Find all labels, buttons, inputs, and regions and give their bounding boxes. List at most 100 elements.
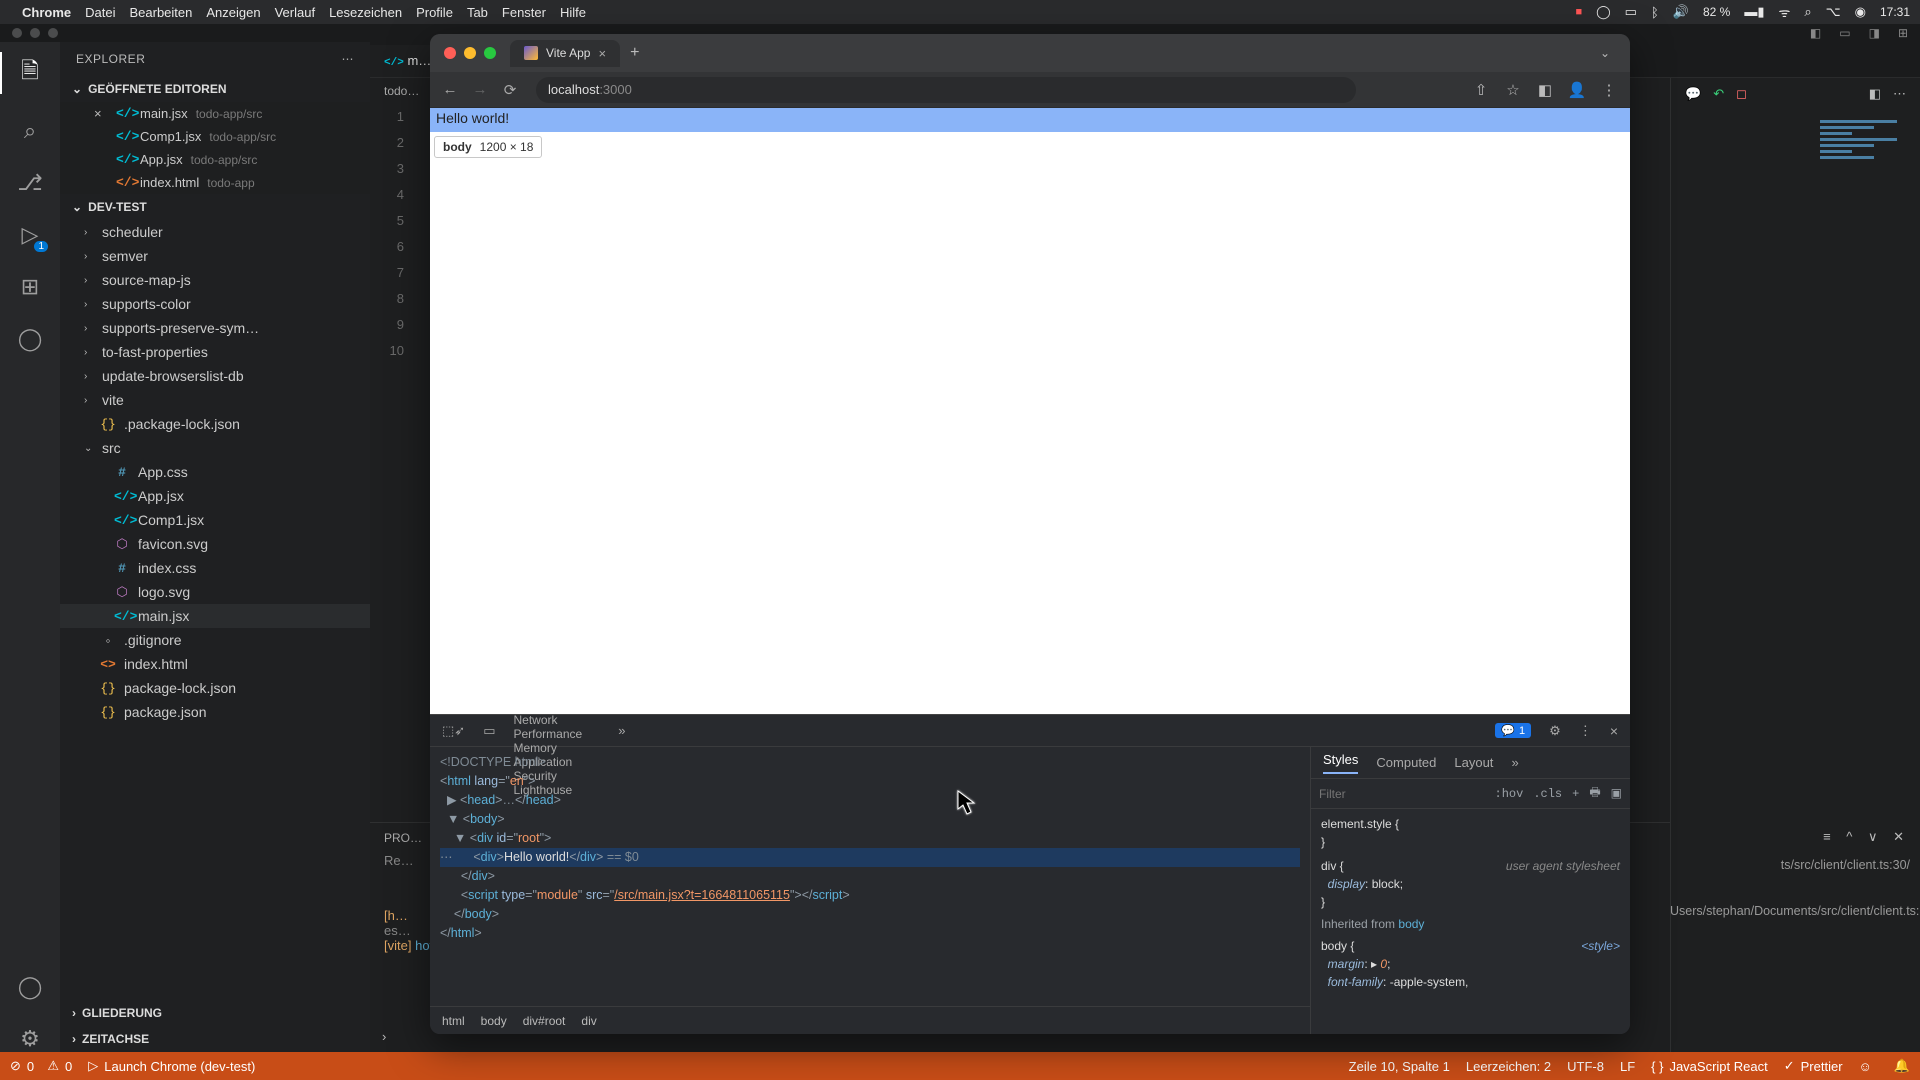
folder-item[interactable]: ›vite	[60, 388, 370, 412]
split-icon[interactable]: ◧	[1869, 86, 1881, 102]
settings-icon[interactable]: ⚙	[16, 1026, 44, 1052]
box-model-icon[interactable]: ▣	[1611, 786, 1622, 801]
bell-icon[interactable]: 🔔	[1894, 1058, 1910, 1074]
folder-item[interactable]: ›supports-preserve-sym…	[60, 316, 370, 340]
sidepanel-icon[interactable]: ◧	[1534, 81, 1556, 99]
more-tabs-icon[interactable]: »	[1511, 755, 1518, 770]
source-control-icon[interactable]: ⎇	[16, 170, 44, 196]
new-rule-icon[interactable]: +	[1572, 787, 1579, 801]
styles-tab[interactable]: Styles	[1323, 752, 1358, 774]
menu-item[interactable]: Fenster	[502, 5, 546, 20]
run-debug-icon[interactable]: ▷1	[16, 222, 44, 248]
folder-item[interactable]: ›to-fast-properties	[60, 340, 370, 364]
kebab-icon[interactable]: ⋮	[1579, 723, 1592, 739]
crumb[interactable]: html	[442, 1014, 465, 1028]
forward-icon[interactable]: →	[470, 81, 490, 98]
menu-item[interactable]: Datei	[85, 5, 115, 20]
url-bar[interactable]: localhost:3000	[536, 77, 1356, 103]
layout-icon[interactable]: ◧	[1810, 26, 1821, 40]
bluetooth-icon[interactable]: ᛒ	[1651, 5, 1659, 20]
hov-toggle[interactable]: :hov	[1495, 787, 1524, 801]
extensions-icon[interactable]: ⊞	[16, 274, 44, 300]
minimap[interactable]	[1820, 120, 1910, 180]
folder-item[interactable]: ›source-map-js	[60, 268, 370, 292]
layout-icon[interactable]: ◨	[1869, 26, 1880, 40]
search-icon[interactable]: ⌕	[16, 118, 44, 144]
close-icon[interactable]: ×	[94, 106, 108, 121]
menu-item[interactable]: Anzeigen	[206, 5, 260, 20]
dom-tree[interactable]: <!DOCTYPE html> <html lang="en"> ▶ <head…	[430, 747, 1310, 1006]
account-icon[interactable]: ◯	[16, 974, 44, 1000]
outline-section[interactable]: ›GLIEDERUNG	[60, 1000, 370, 1026]
menu-item[interactable]: Verlauf	[275, 5, 315, 20]
chat-icon[interactable]: 💬	[1685, 86, 1701, 102]
menu-item[interactable]: Tab	[467, 5, 488, 20]
chevron-right-icon[interactable]: ›	[382, 1029, 386, 1044]
timeline-section[interactable]: ›ZEITACHSE	[60, 1026, 370, 1052]
computed-toggle-icon[interactable]: 🖶	[1589, 783, 1600, 804]
open-editor-item[interactable]: </>Comp1.jsx todo-app/src	[60, 125, 370, 148]
status-position[interactable]: Zeile 10, Spalte 1	[1349, 1059, 1450, 1074]
terminal-actions[interactable]: ≡ ^ ∨ ✕	[1823, 829, 1910, 845]
status-spaces[interactable]: Leerzeichen: 2	[1466, 1059, 1551, 1074]
computed-tab[interactable]: Computed	[1376, 755, 1436, 770]
file-item[interactable]: ◦.gitignore	[60, 628, 370, 652]
bookmark-icon[interactable]: ☆	[1502, 81, 1524, 99]
file-item[interactable]: {}package.json	[60, 700, 370, 724]
close-tab-icon[interactable]: ×	[598, 46, 606, 61]
status-launch[interactable]: ▷ Launch Chrome (dev-test)	[88, 1058, 255, 1074]
status-lang[interactable]: { } JavaScript React	[1651, 1059, 1768, 1074]
file-item[interactable]: </>Comp1.jsx	[60, 508, 370, 532]
menu-item[interactable]: Hilfe	[560, 5, 586, 20]
window-minimize-icon[interactable]	[464, 47, 476, 59]
layout-tab[interactable]: Layout	[1454, 755, 1493, 770]
window-close-icon[interactable]	[444, 47, 456, 59]
layout-icon[interactable]: ⊞	[1898, 26, 1908, 40]
crumb[interactable]: div#root	[523, 1014, 566, 1028]
css-rules[interactable]: element.style { } div { user agent style…	[1311, 809, 1630, 997]
folder-item[interactable]: ›update-browserslist-db	[60, 364, 370, 388]
more-tabs-icon[interactable]: »	[618, 723, 625, 738]
status-eol[interactable]: LF	[1620, 1059, 1635, 1074]
menu-item[interactable]: Lesezeichen	[329, 5, 402, 20]
crumb[interactable]: body	[481, 1014, 507, 1028]
display-icon[interactable]: ▭	[1625, 4, 1637, 20]
remote-icon[interactable]: ◯	[16, 326, 44, 352]
menu-item[interactable]: Profile	[416, 5, 453, 20]
back-icon[interactable]: ←	[440, 81, 460, 98]
status-encoding[interactable]: UTF-8	[1567, 1059, 1604, 1074]
file-item[interactable]: </>App.jsx	[60, 484, 370, 508]
crumb[interactable]: div	[581, 1014, 596, 1028]
file-item[interactable]: {}.package-lock.json	[60, 412, 370, 436]
folder-item[interactable]: ⌄src	[60, 436, 370, 460]
file-item[interactable]: ⬡logo.svg	[60, 580, 370, 604]
open-editors-section[interactable]: ⌄GEÖFFNETE EDITOREN	[60, 76, 370, 102]
terminal-tab[interactable]: PRO…	[384, 831, 422, 845]
file-item[interactable]: ⬡favicon.svg	[60, 532, 370, 556]
open-editor-item[interactable]: </>App.jsx todo-app/src	[60, 148, 370, 171]
new-tab-icon[interactable]: +	[630, 44, 639, 62]
file-item[interactable]: #index.css	[60, 556, 370, 580]
settings-icon[interactable]: ⚙	[1549, 723, 1561, 739]
file-item[interactable]: #App.css	[60, 460, 370, 484]
reload-icon[interactable]: ⟳	[500, 81, 520, 99]
file-item[interactable]: {}package-lock.json	[60, 676, 370, 700]
status-errors[interactable]: ⊘ 0 ⚠ 0	[10, 1058, 72, 1074]
share-icon[interactable]: ⇧	[1470, 81, 1492, 99]
dom-breadcrumbs[interactable]: html body div#root div	[430, 1006, 1310, 1034]
siri-icon[interactable]: ◉	[1855, 4, 1866, 20]
profile-icon[interactable]: 👤	[1566, 81, 1588, 99]
record-icon[interactable]: ■	[1575, 6, 1582, 18]
close-icon[interactable]: ×	[1610, 723, 1618, 739]
cls-toggle[interactable]: .cls	[1533, 787, 1562, 801]
open-editor-item[interactable]: ×</>main.jsx todo-app/src	[60, 102, 370, 125]
status-feedback-icon[interactable]: ☺	[1859, 1059, 1872, 1074]
sync-icon[interactable]: ◯	[1596, 4, 1611, 20]
battery-icon[interactable]: ▬▮	[1744, 4, 1764, 20]
more-icon[interactable]: ⋯	[342, 52, 355, 66]
file-item[interactable]: <>index.html	[60, 652, 370, 676]
stop-icon[interactable]: ◻	[1736, 86, 1747, 102]
volume-icon[interactable]: 🔊	[1673, 4, 1689, 20]
open-editor-item[interactable]: </>index.html todo-app	[60, 171, 370, 194]
folder-item[interactable]: ›scheduler	[60, 220, 370, 244]
